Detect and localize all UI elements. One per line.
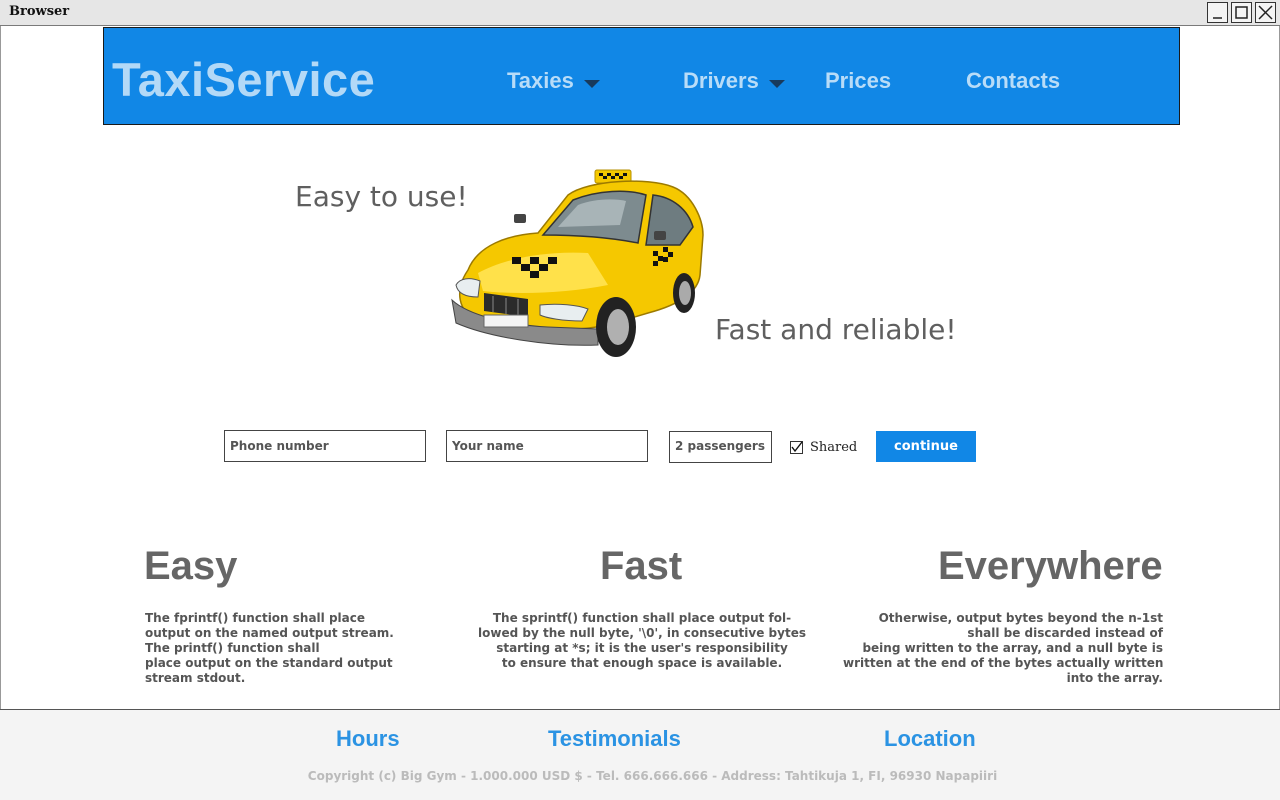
window-titlebar: Browser <box>0 0 1280 26</box>
feature-text-line: The printf() function shall <box>145 641 320 655</box>
maximize-button[interactable] <box>1231 2 1252 23</box>
nav-item-label: Contacts <box>966 68 1061 93</box>
feature-text-line: to ensure that enough space is available… <box>501 656 783 670</box>
nav-item-drivers[interactable]: Drivers <box>683 68 785 94</box>
feature-text-line: The fprintf() function shall place <box>145 611 366 625</box>
minimize-icon <box>1213 17 1222 19</box>
feature-text-line: lowed by the null byte, '\0', in consecu… <box>478 626 806 640</box>
feature-title-everywhere: Everywhere <box>938 544 1163 588</box>
hero-tagline-left: Easy to use! <box>295 180 468 213</box>
copyright-text: Copyright (c) Big Gym - 1.000.000 USD $ … <box>307 769 998 783</box>
close-icon <box>1258 5 1273 20</box>
feature-text-line: starting at *s; it is the user's respons… <box>496 641 788 655</box>
site-footer: Hours Testimonials Location Copyright (c… <box>0 709 1280 800</box>
checkmark-icon <box>791 441 803 452</box>
feature-title-fast: Fast <box>600 544 683 588</box>
nav-item-taxies[interactable]: Taxies <box>507 68 600 94</box>
nav-item-prices[interactable]: Prices <box>825 68 891 94</box>
feature-title-easy: Easy <box>144 544 238 588</box>
feature-text-line: written at the end of the bytes actually… <box>843 656 1164 670</box>
feature-text-line: stream stdout. <box>145 671 246 685</box>
checkbox-box[interactable] <box>790 440 803 454</box>
feature-text-line: The sprintf() function shall place outpu… <box>492 611 792 625</box>
minimize-button[interactable] <box>1207 2 1228 23</box>
feature-text-line: place output on the standard output <box>145 656 393 670</box>
nav-item-contacts[interactable]: Contacts <box>966 68 1060 94</box>
window-title: Browser <box>9 4 70 19</box>
site-header: TaxiService Taxies Drivers Prices Contac… <box>103 27 1180 125</box>
chevron-down-icon <box>768 80 785 89</box>
name-input[interactable] <box>446 430 648 462</box>
close-button[interactable] <box>1255 2 1276 23</box>
nav-item-label: Drivers <box>683 68 759 93</box>
chevron-down-icon <box>583 80 600 89</box>
feature-text-line: output on the named output stream. <box>145 626 394 640</box>
feature-text-easy: The fprintf() function shall place outpu… <box>145 611 405 686</box>
feature-text-line: into the array. <box>1066 671 1163 685</box>
shared-label: Shared <box>810 439 858 455</box>
taxi-car-icon <box>451 169 704 357</box>
footer-link-testimonials[interactable]: Testimonials <box>548 726 681 752</box>
hero-tagline-right: Fast and reliable! <box>715 313 957 346</box>
maximize-icon <box>1235 6 1248 19</box>
footer-link-hours[interactable]: Hours <box>336 726 400 752</box>
feature-text-line: being written to the array, and a null b… <box>862 641 1163 655</box>
continue-button[interactable]: continue <box>876 431 976 462</box>
feature-text-fast: The sprintf() function shall place outpu… <box>470 611 814 671</box>
footer-link-location[interactable]: Location <box>884 726 976 752</box>
feature-text-line: shall be discarded instead of <box>967 626 1163 640</box>
nav-item-label: Prices <box>825 68 892 93</box>
shared-checkbox[interactable]: Shared <box>790 438 857 456</box>
phone-number-input[interactable] <box>224 430 426 462</box>
feature-text-everywhere: Otherwise, output bytes beyond the n-1st… <box>843 611 1163 686</box>
site-logo[interactable]: TaxiService <box>112 52 375 107</box>
passengers-select[interactable]: 2 passengers <box>669 431 772 463</box>
nav-item-label: Taxies <box>507 68 574 93</box>
feature-text-line: Otherwise, output bytes beyond the n-1st <box>878 611 1163 625</box>
